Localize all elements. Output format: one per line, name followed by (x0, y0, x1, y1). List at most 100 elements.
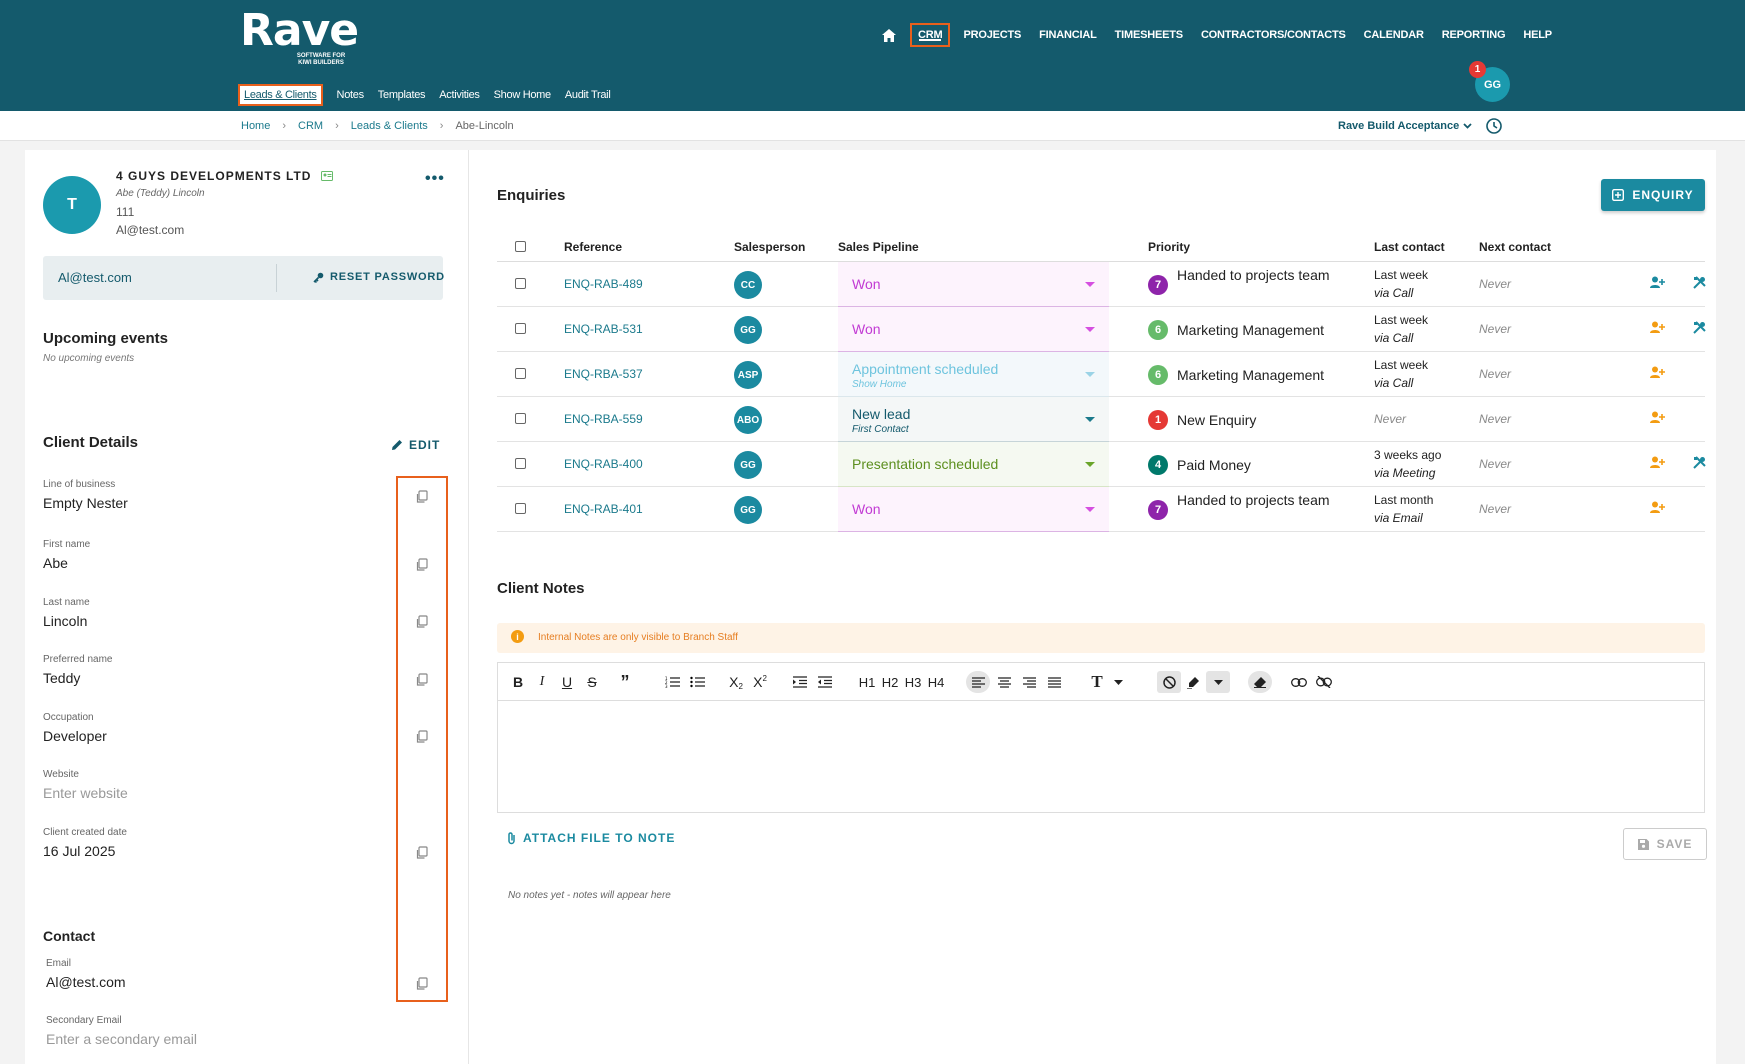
highlighter-icon[interactable] (1184, 671, 1202, 693)
pipeline-select[interactable]: Won (838, 487, 1109, 532)
subnav-show-home[interactable]: Show Home (494, 89, 552, 101)
add-user-icon[interactable] (1650, 366, 1665, 379)
tools-icon[interactable] (1693, 456, 1706, 469)
save-note-button[interactable]: SAVE (1623, 828, 1707, 860)
column-header-next-contact[interactable]: Next contact (1479, 240, 1551, 254)
row-checkbox[interactable] (515, 503, 526, 514)
caret-down-icon[interactable] (1111, 671, 1125, 693)
highlight-dropdown-icon[interactable] (1206, 671, 1230, 693)
unlink-icon[interactable] (1314, 671, 1334, 693)
tools-icon[interactable] (1693, 321, 1706, 334)
attach-file-button[interactable]: ATTACH FILE TO NOTE (507, 831, 675, 845)
breadcrumb-crm[interactable]: CRM (298, 120, 323, 132)
heading-2-button[interactable]: H2 (880, 671, 900, 693)
row-checkbox[interactable] (515, 458, 526, 469)
align-left-icon[interactable] (966, 671, 990, 693)
nav-contractors[interactable]: CONTRACTORS/CONTACTS (1192, 23, 1355, 47)
add-user-icon[interactable] (1650, 411, 1665, 424)
align-center-icon[interactable] (995, 671, 1013, 693)
enquiry-reference-link[interactable]: ENQ-RBA-559 (564, 412, 643, 426)
enquiry-reference-link[interactable]: ENQ-RAB-400 (564, 457, 643, 471)
eraser-icon[interactable] (1248, 671, 1272, 693)
edit-details-button[interactable]: EDIT (391, 438, 440, 452)
superscript-icon[interactable]: X2 (750, 671, 770, 693)
subnav-leads-clients[interactable]: Leads & Clients (238, 84, 323, 106)
copy-icon[interactable] (415, 846, 429, 860)
align-right-icon[interactable] (1020, 671, 1038, 693)
underline-icon[interactable]: U (559, 671, 575, 693)
breadcrumb-leads[interactable]: Leads & Clients (351, 120, 428, 132)
row-checkbox[interactable] (515, 413, 526, 424)
indent-icon[interactable] (791, 671, 809, 693)
notification-badge[interactable]: 1 (1469, 61, 1486, 78)
copy-icon[interactable] (415, 977, 429, 991)
row-checkbox[interactable] (515, 278, 526, 289)
table-row[interactable]: ENQ-RAB-531 GG Won 6 Marketing Management Las… (497, 307, 1706, 352)
subnav-activities[interactable]: Activities (439, 89, 480, 101)
copy-icon[interactable] (415, 490, 429, 504)
enquiry-reference-link[interactable]: ENQ-RAB-531 (564, 322, 643, 336)
nav-help[interactable]: HELP (1514, 23, 1561, 47)
note-text-area[interactable] (498, 701, 1704, 814)
pipeline-select[interactable]: New lead First Contact (838, 397, 1109, 442)
align-justify-icon[interactable] (1045, 671, 1063, 693)
assign-icon[interactable] (1650, 276, 1665, 289)
copy-icon[interactable] (415, 558, 429, 572)
strikethrough-icon[interactable]: S (584, 671, 600, 693)
outdent-icon[interactable] (816, 671, 834, 693)
text-style-icon[interactable]: T (1088, 671, 1106, 693)
table-row[interactable]: ENQ-RAB-400 GG Presentation scheduled 4 Paid… (497, 442, 1706, 487)
ordered-list-icon[interactable]: 123 (663, 671, 681, 693)
heading-3-button[interactable]: H3 (903, 671, 923, 693)
enquiry-reference-link[interactable]: ENQ-RBA-537 (564, 367, 643, 381)
nav-financial[interactable]: FINANCIAL (1030, 23, 1105, 47)
row-checkbox[interactable] (515, 323, 526, 334)
more-options-icon[interactable]: ••• (425, 170, 445, 188)
field-value-website[interactable]: Enter website (43, 785, 128, 801)
select-all-checkbox[interactable] (515, 241, 526, 252)
table-row[interactable]: ENQ-RBA-537 ASP Appointment scheduled Show … (497, 352, 1705, 397)
nav-timesheets[interactable]: TIMESHEETS (1106, 23, 1192, 47)
field-value-secondary-email[interactable]: Enter a secondary email (46, 1031, 197, 1047)
table-row[interactable]: ENQ-RAB-401 GG Won 7 Handed to projects team… (497, 487, 1705, 532)
heading-1-button[interactable]: H1 (857, 671, 877, 693)
copy-icon[interactable] (415, 615, 429, 629)
rave-logo[interactable]: Rave SOFTWARE FOR KIWI BUILDERS (240, 6, 359, 67)
pipeline-select[interactable]: Appointment scheduled Show Home (838, 352, 1109, 397)
breadcrumb-home[interactable]: Home (241, 120, 270, 132)
heading-4-button[interactable]: H4 (926, 671, 946, 693)
nav-projects[interactable]: PROJECTS (954, 23, 1030, 47)
link-icon[interactable] (1289, 671, 1309, 693)
nav-reporting[interactable]: REPORTING (1433, 23, 1515, 47)
add-enquiry-button[interactable]: ENQUIRY (1601, 179, 1705, 211)
italic-icon[interactable]: I (534, 671, 550, 693)
column-header-salesperson[interactable]: Salesperson (734, 240, 805, 254)
subscript-icon[interactable]: X2 (726, 671, 746, 693)
subnav-notes[interactable]: Notes (337, 89, 365, 101)
history-icon[interactable] (1485, 117, 1503, 140)
clear-color-icon[interactable] (1157, 671, 1181, 693)
quote-icon[interactable]: ” (616, 671, 634, 693)
copy-icon[interactable] (415, 673, 429, 687)
pipeline-select[interactable]: Won (838, 262, 1109, 307)
column-header-reference[interactable]: Reference (564, 240, 622, 254)
column-header-priority[interactable]: Priority (1148, 240, 1190, 254)
row-checkbox[interactable] (515, 368, 526, 379)
home-icon[interactable] (876, 22, 902, 48)
column-header-pipeline[interactable]: Sales Pipeline (838, 240, 919, 254)
subnav-templates[interactable]: Templates (378, 89, 426, 101)
column-header-last-contact[interactable]: Last contact (1374, 240, 1445, 254)
nav-crm[interactable]: CRM (910, 23, 951, 47)
tools-icon[interactable] (1693, 276, 1706, 289)
enquiry-reference-link[interactable]: ENQ-RAB-401 (564, 502, 643, 516)
company-selector[interactable]: Rave Build Acceptance (1338, 120, 1472, 132)
bullet-list-icon[interactable] (688, 671, 706, 693)
enquiry-reference-link[interactable]: ENQ-RAB-489 (564, 277, 643, 291)
bold-icon[interactable]: B (510, 671, 526, 693)
table-row[interactable]: ENQ-RBA-559 ABO New lead First Contact 1 New … (497, 397, 1705, 442)
pipeline-select[interactable]: Presentation scheduled (838, 442, 1109, 487)
pipeline-select[interactable]: Won (838, 307, 1109, 352)
add-user-icon[interactable] (1650, 321, 1665, 334)
copy-icon[interactable] (415, 730, 429, 744)
reset-password-button[interactable]: RESET PASSWORD (313, 271, 445, 283)
